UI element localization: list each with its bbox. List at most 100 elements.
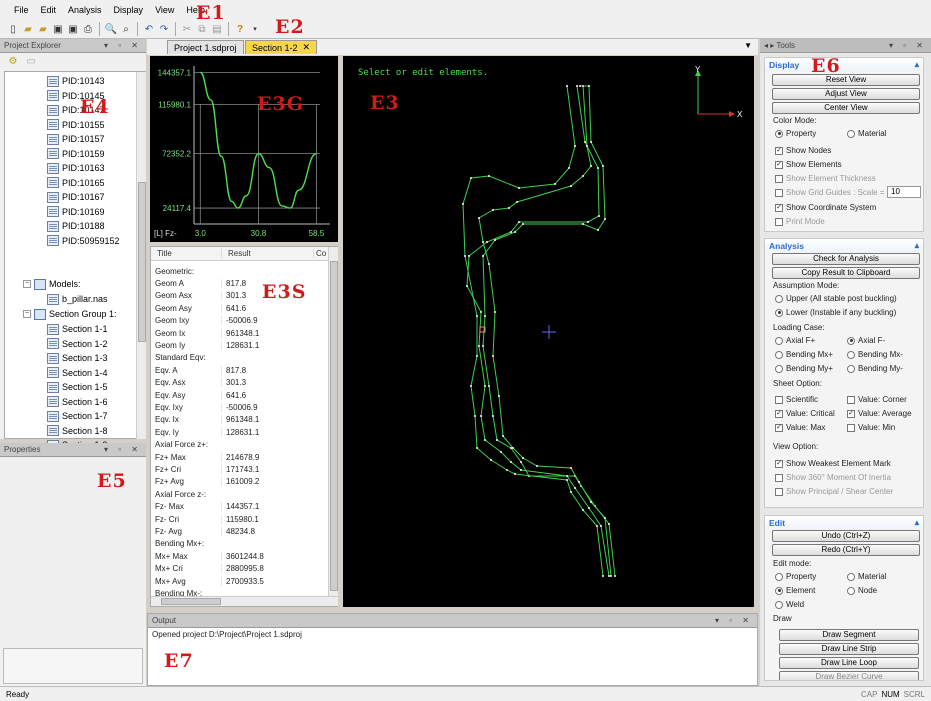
loading-bending-myminus-radio[interactable]: Bending My- bbox=[847, 364, 903, 373]
tree-node-section-group[interactable]: − Section Group 1: bbox=[23, 307, 117, 321]
table-row[interactable]: Geom Iy 128631.1 bbox=[151, 339, 329, 351]
new-file-icon[interactable]: ▯ bbox=[6, 22, 20, 36]
analysis-section-header[interactable]: Analysis ▴ bbox=[765, 239, 923, 252]
table-row[interactable]: Fz- Max 144357.1 bbox=[151, 501, 329, 513]
tree-node-pid[interactable]: PID:10163 bbox=[47, 161, 105, 175]
print-mode-checkbox[interactable]: Print Mode bbox=[775, 217, 825, 226]
tree-node-models[interactable]: − Models: bbox=[23, 277, 81, 291]
print-preview-icon[interactable]: 🔍 bbox=[104, 22, 118, 36]
sheet-average-checkbox[interactable]: ✓ Value: Average bbox=[847, 409, 912, 418]
table-row[interactable]: Axial Force z+: bbox=[151, 439, 329, 451]
copy-result-button[interactable]: Copy Result to Clipboard bbox=[772, 267, 920, 279]
tree-node-section[interactable]: Section 1-3 bbox=[47, 351, 108, 365]
table-row[interactable]: Eqv. Asx 301.3 bbox=[151, 377, 329, 389]
collapse-icon[interactable]: − bbox=[23, 280, 31, 288]
collapse-icon[interactable]: ▴ bbox=[915, 59, 919, 70]
table-row[interactable]: Eqv. Iy 128631.1 bbox=[151, 426, 329, 438]
table-row[interactable]: Geometric: bbox=[151, 265, 329, 277]
tree-node-section[interactable]: Section 1-4 bbox=[47, 366, 108, 380]
draw-bezier-button[interactable]: Draw Bezier Curve bbox=[779, 671, 919, 680]
explorer-folder-icon[interactable]: ▭ bbox=[24, 54, 38, 68]
tree-node-section[interactable]: Section 1-1 bbox=[47, 322, 108, 336]
tree-node-section[interactable]: Section 1-6 bbox=[47, 395, 108, 409]
check-analysis-button[interactable]: Check for Analysis bbox=[772, 253, 920, 265]
center-view-button[interactable]: Center View bbox=[772, 102, 920, 114]
draw-line-strip-button[interactable]: Draw Line Strip bbox=[779, 643, 919, 655]
assumption-lower-radio[interactable]: Lower (Instable if any buckling) bbox=[775, 308, 896, 317]
loading-bending-mxminus-radio[interactable]: Bending Mx- bbox=[847, 350, 903, 359]
menu-display[interactable]: Display bbox=[108, 5, 150, 15]
panel-controls-icon[interactable]: ▾ ▫ ✕ bbox=[104, 445, 142, 454]
table-row[interactable]: Mx+ Cri 2880995.8 bbox=[151, 563, 329, 575]
tree-node-pid[interactable]: PID:10155 bbox=[47, 118, 105, 132]
table-row[interactable]: Eqv. A 817.8 bbox=[151, 364, 329, 376]
reset-view-button[interactable]: Reset View bbox=[772, 74, 920, 86]
undo-icon[interactable]: ↶ bbox=[142, 22, 156, 36]
color-mode-material-radio[interactable]: Material bbox=[847, 129, 886, 138]
cut-icon[interactable]: ✂ bbox=[180, 22, 194, 36]
grid-vscrollbar[interactable] bbox=[328, 247, 338, 596]
tree-node-pid[interactable]: PID:10157 bbox=[47, 132, 105, 146]
tree-node-pid[interactable]: PID:10159 bbox=[47, 147, 105, 161]
sheet-min-checkbox[interactable]: Value: Min bbox=[847, 423, 895, 432]
menu-file[interactable]: File bbox=[8, 5, 35, 15]
show-weakest-element-checkbox[interactable]: ✓ Show Weakest Element Mark bbox=[775, 459, 891, 468]
grid-scale-input[interactable]: 10 bbox=[887, 186, 921, 198]
collapse-icon[interactable]: − bbox=[23, 310, 31, 318]
tree-node-pid[interactable]: PID:10165 bbox=[47, 176, 105, 190]
table-row[interactable]: Fz+ Avg 161009.2 bbox=[151, 476, 329, 488]
print-icon[interactable]: ⎙ bbox=[81, 22, 95, 36]
tree-node-model-file[interactable]: b_pillar.nas bbox=[47, 292, 108, 306]
tree-scrollbar[interactable] bbox=[136, 72, 146, 439]
table-row[interactable]: Standard Eqv: bbox=[151, 352, 329, 364]
panel-controls-icon[interactable]: ▾ ▫ ✕ bbox=[104, 41, 142, 50]
edit-mode-element-radio[interactable]: Element bbox=[775, 586, 815, 595]
section-canvas[interactable]: Select or edit elements. YX bbox=[343, 56, 754, 607]
show-principal-shear-checkbox[interactable]: Show Principal / Shear Center bbox=[775, 487, 893, 496]
table-row[interactable]: Eqv. Asy 641.6 bbox=[151, 389, 329, 401]
edit-mode-weld-radio[interactable]: Weld bbox=[775, 600, 804, 609]
color-mode-property-radio[interactable]: Property bbox=[775, 129, 816, 138]
table-row[interactable]: Geom Ix 961348.1 bbox=[151, 327, 329, 339]
redo-icon[interactable]: ↷ bbox=[157, 22, 171, 36]
display-section-header[interactable]: Display ▴ bbox=[765, 58, 923, 71]
toolbar-overflow-icon[interactable]: ▾ bbox=[248, 22, 262, 36]
draw-line-loop-button[interactable]: Draw Line Loop bbox=[779, 657, 919, 669]
col-result[interactable]: Result bbox=[221, 249, 313, 258]
edit-mode-node-radio[interactable]: Node bbox=[847, 586, 877, 595]
redo-button[interactable]: Redo (Ctrl+Y) bbox=[772, 544, 920, 556]
sheet-corner-checkbox[interactable]: Value: Corner bbox=[847, 395, 907, 404]
tree-node-pid[interactable]: PID:50959152 bbox=[47, 234, 120, 248]
loading-bending-mxplus-radio[interactable]: Bending Mx+ bbox=[775, 350, 833, 359]
col-comment[interactable]: Co bbox=[313, 249, 329, 258]
open-project-icon[interactable]: ▰ bbox=[36, 22, 50, 36]
tree-node-pid[interactable]: PID:10188 bbox=[47, 219, 105, 233]
adjust-view-button[interactable]: Adjust View bbox=[772, 88, 920, 100]
table-row[interactable]: Mx+ Avg 2700933.5 bbox=[151, 575, 329, 587]
loading-axial-fplus-radio[interactable]: Axial F+ bbox=[775, 336, 815, 345]
collapse-icon[interactable]: ▴ bbox=[915, 240, 919, 251]
grid-hscrollbar[interactable] bbox=[151, 596, 338, 606]
panel-controls-icon[interactable]: ▾ ▫ ✕ bbox=[715, 616, 753, 625]
paste-icon[interactable]: ▤ bbox=[210, 22, 224, 36]
col-title[interactable]: Title bbox=[151, 249, 221, 258]
assumption-upper-radio[interactable]: Upper (All stable post buckling) bbox=[775, 294, 897, 303]
panel-controls-icon[interactable]: ▾ ▫ ✕ bbox=[889, 41, 927, 50]
scroll-thumb[interactable] bbox=[138, 182, 146, 342]
save-icon[interactable]: ▣ bbox=[51, 22, 65, 36]
table-row[interactable]: Fz- Avg 48234.8 bbox=[151, 525, 329, 537]
menu-edit[interactable]: Edit bbox=[35, 5, 63, 15]
show-elements-checkbox[interactable]: ✓ Show Elements bbox=[775, 160, 842, 169]
tree-node-section[interactable]: Section 1-5 bbox=[47, 380, 108, 394]
collapse-icon[interactable]: ▴ bbox=[915, 517, 919, 528]
show-grid-guides-checkbox[interactable]: Show Grid Guides : Scale = bbox=[775, 188, 885, 197]
tab-project[interactable]: Project 1.sdproj bbox=[167, 40, 244, 54]
edit-mode-property-radio[interactable]: Property bbox=[775, 572, 816, 581]
tree-node-pid[interactable]: PID:10143 bbox=[47, 74, 105, 88]
table-row[interactable]: Axial Force z-: bbox=[151, 488, 329, 500]
sheet-scientific-checkbox[interactable]: Scientific bbox=[775, 395, 818, 404]
save-all-icon[interactable]: ▣ bbox=[66, 22, 80, 36]
show-thickness-checkbox[interactable]: Show Element Thickness bbox=[775, 174, 876, 183]
section-geometry-svg[interactable]: YX bbox=[343, 56, 754, 607]
table-row[interactable]: Fz+ Max 214678.9 bbox=[151, 451, 329, 463]
